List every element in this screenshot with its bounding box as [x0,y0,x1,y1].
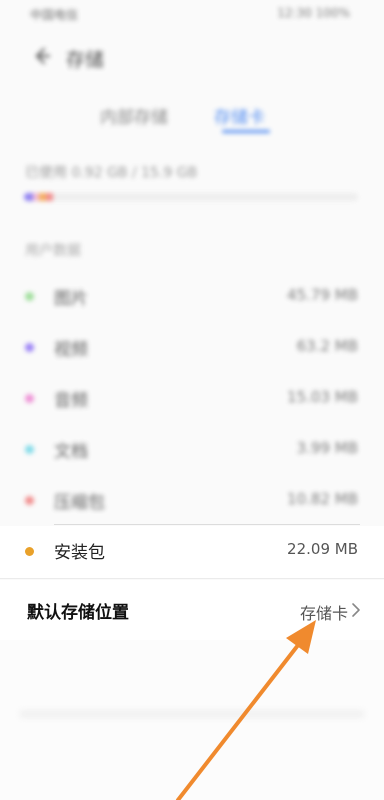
usage-segment [24,193,33,201]
faint-shadow [20,710,364,718]
category-size: 3.99 MB [296,439,358,457]
category-label: 安装包 [54,543,105,563]
section-title-user-data: 用户数据 [25,243,81,259]
storage-screen: 中国电信 12:30 100% 存储 内部存储 存储卡 已使用 0.92 GB … [0,0,384,800]
page-title: 存储 [66,49,105,71]
category-label: 文档 [54,442,88,462]
category-dot [25,343,34,352]
category-dot [25,547,34,556]
default-storage-location-row[interactable]: 默认存储位置 存储卡 [0,580,384,640]
default-storage-location-label: 默认存储位置 [27,603,129,623]
category-dot [25,394,34,403]
category-row-videos[interactable]: 视频 63.2 MB [0,321,384,373]
status-indicators: 12:30 100% [277,6,350,20]
carrier-text: 中国电信 [30,8,79,22]
category-size: 63.2 MB [296,337,358,355]
category-dot [25,292,34,301]
category-row-apk-packages[interactable]: 安装包 22.09 MB [0,526,384,578]
active-tab-indicator [222,130,270,133]
blurred-content: 中国电信 12:30 100% 存储 内部存储 存储卡 已使用 0.92 GB … [0,0,384,525]
category-label: 压缩包 [54,493,105,513]
category-size: 22.09 MB [287,540,358,558]
category-row-images[interactable]: 图片 45.79 MB [0,270,384,322]
category-dot [25,445,34,454]
category-label: 音频 [54,391,88,411]
usage-segment [46,193,53,201]
storage-usage-bar [24,193,358,201]
default-storage-location-value: 存储卡 [299,604,348,623]
category-row-audio[interactable]: 音频 15.03 MB [0,372,384,424]
category-row-archives[interactable]: 压缩包 10.82 MB [0,474,384,526]
category-dot [25,496,34,505]
storage-used-text: 已使用 0.92 GB / 15.9 GB [25,165,198,181]
category-label: 视频 [54,340,88,360]
category-label: 图片 [54,289,88,309]
category-size: 15.03 MB [287,388,358,406]
status-bar: 中国电信 12:30 100% [0,0,384,28]
tab-internal-storage[interactable]: 内部存储 [100,103,168,128]
category-row-documents[interactable]: 文档 3.99 MB [0,423,384,475]
category-size: 10.82 MB [287,490,358,508]
back-arrow-icon[interactable] [28,44,52,68]
tab-storage-card[interactable]: 存储卡 [214,103,265,128]
section-separator [0,578,384,579]
bottom-blank-area [0,640,384,800]
chevron-right-icon [352,603,360,617]
usage-segment [39,193,46,201]
divider [54,524,360,525]
category-size: 45.79 MB [287,286,358,304]
